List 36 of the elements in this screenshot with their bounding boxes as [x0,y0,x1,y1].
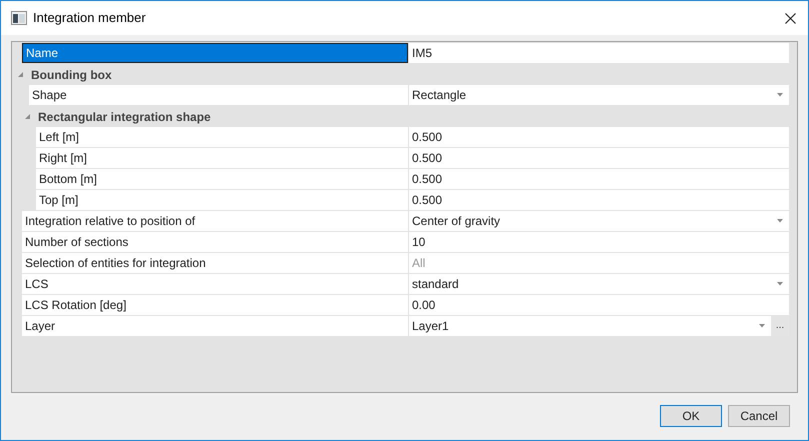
value-field[interactable]: 0.00 [409,295,789,315]
dropdown-arrow-icon[interactable] [777,219,783,223]
value-dropdown[interactable]: standard [409,274,789,294]
value-field[interactable]: 0.500 [409,148,789,168]
value-field[interactable]: IM5 [409,43,789,63]
category-label: Bounding box [31,66,112,84]
dropdown-arrow-icon[interactable] [759,324,765,328]
value-field[interactable]: 0.500 [409,169,789,189]
dropdown-arrow-icon[interactable] [777,93,783,97]
value-dropdown[interactable]: Rectangle [409,85,789,105]
property-label[interactable]: Top [m] [36,190,408,210]
expanded-triangle-icon[interactable] [24,113,31,120]
property-label[interactable]: LCS Rotation [deg] [22,295,408,315]
window-title: Integration member [33,9,146,28]
window-icon [11,11,27,25]
property-label[interactable]: Shape [29,85,408,105]
property-label[interactable]: Name [22,43,408,63]
dialog-button[interactable]: Cancel [728,405,790,427]
value-dropdown[interactable]: Center of gravity [409,211,789,231]
dialog-button[interactable]: OK [660,405,722,427]
value-field[interactable]: 0.500 [409,190,789,210]
property-label[interactable]: Integration relative to position of [22,211,408,231]
property-label[interactable]: Layer [22,316,408,336]
expanded-triangle-icon[interactable] [17,71,24,78]
property-label[interactable]: LCS [22,274,408,294]
value-field[interactable]: 10 [409,232,789,252]
property-label[interactable]: Number of sections [22,232,408,252]
value-dropdown[interactable]: Layer1 ... [409,316,789,336]
property-label[interactable]: Left [m] [36,127,408,147]
browse-button[interactable]: ... [771,316,789,336]
close-icon[interactable] [785,12,796,24]
property-label[interactable]: Bottom [m] [36,169,408,189]
property-label[interactable]: Right [m] [36,148,408,168]
value-field[interactable]: 0.500 [409,127,789,147]
category-label: Rectangular integration shape [38,108,211,126]
dropdown-arrow-icon[interactable] [777,282,783,286]
